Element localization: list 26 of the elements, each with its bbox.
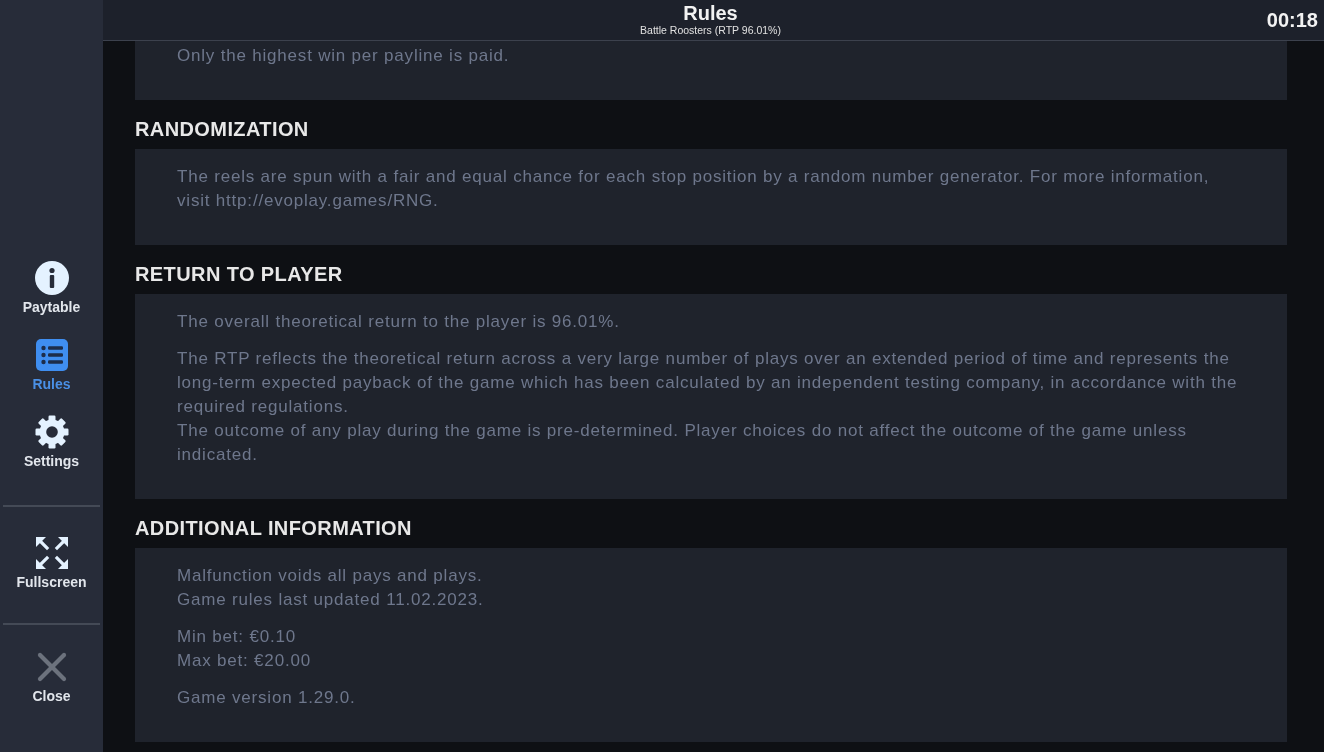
list-icon — [34, 338, 69, 372]
expand-arrows-icon — [35, 537, 68, 569]
sidebar-tab[interactable]: Rules — [3, 327, 100, 404]
sidebar-tab[interactable]: Paytable — [3, 250, 100, 327]
rule-text: Malfunction voids all pays and plays. — [177, 565, 484, 587]
rule-text: Game version 1.29.0. — [177, 687, 357, 709]
fullscreen-button[interactable]: Fullscreen — [3, 525, 100, 602]
close-icon — [36, 652, 67, 682]
section-heading: ADDITIONAL INFORMATION — [135, 516, 413, 540]
rule-text: Only the highest win per payline is paid. — [177, 45, 511, 67]
game-subtitle: Battle Roosters (RTP 96.01%) — [640, 23, 781, 37]
sidebar-tab[interactable]: Settings — [3, 404, 100, 481]
rule-text: The overall theoretical return to the player is 96.01%. — [177, 311, 621, 333]
info-icon — [34, 261, 69, 295]
rule-text: The reels are spun with a fair and equal chance for each stop position by a random number generator. For more information, visit http://evoplay.games/RNG. — [177, 166, 1211, 212]
section-heading: RANDOMIZATION — [135, 117, 310, 141]
close-button[interactable]: Close — [3, 639, 100, 716]
settings-icon — [34, 415, 69, 449]
rule-text: Max bet: €20.00 — [177, 650, 312, 672]
rule-text: Game rules last updated 11.02.2023. — [177, 589, 485, 611]
rule-text: The RTP reflects the theoretical return across a very large number of plays over an extended period of time and represents the long-term expected payback of the game which has been calculated by an independent testing company, in accordance with the required regulations. — [177, 348, 1239, 418]
rule-text: The outcome of any play during the game is pre-determined. Player choices do not affect the outcome of the game unless indicated. — [177, 420, 1188, 466]
section-heading: RETURN TO PLAYER — [135, 262, 344, 286]
timer: 00:18 — [1266, 8, 1318, 32]
page-title: Rules — [683, 1, 738, 24]
rule-text: Min bet: €0.10 — [177, 626, 297, 648]
